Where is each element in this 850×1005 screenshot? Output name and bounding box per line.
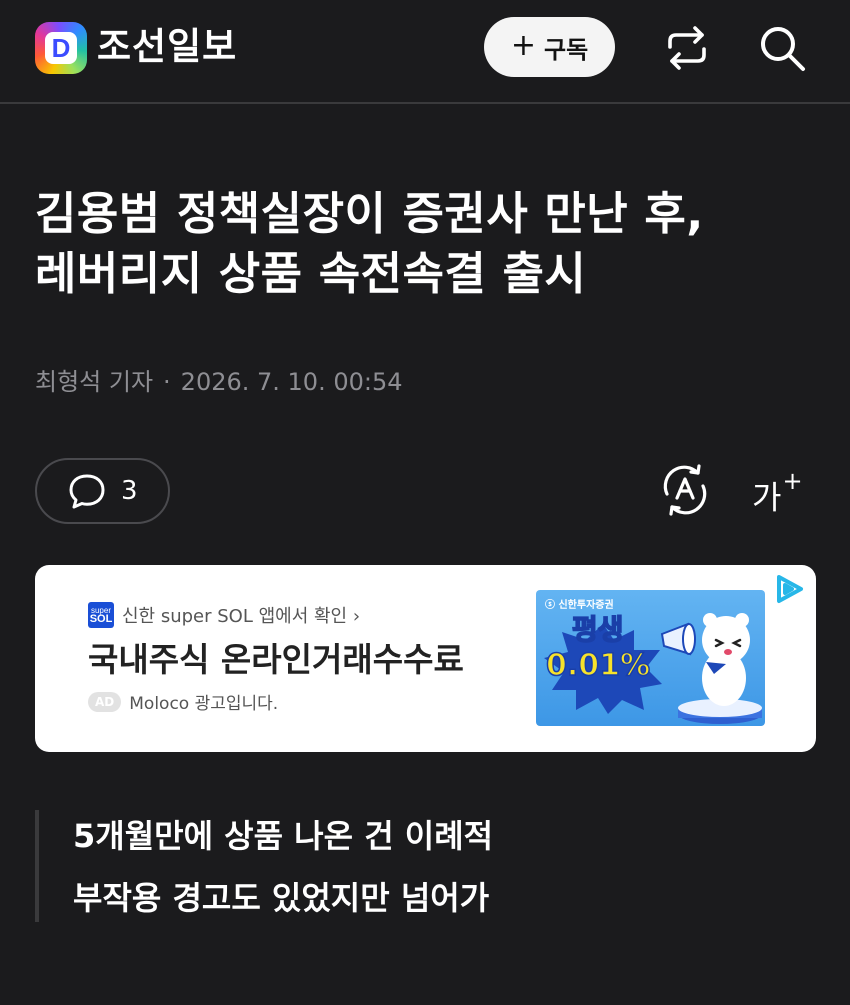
auto-translate-button[interactable] [660,464,710,520]
ad-image[interactable]: ⓢ 신한투자증권 평생 0.01% [536,590,765,726]
byline: 최형석 기자 · 2026. 7. 10. 00:54 [35,364,403,400]
bear-mascot-megaphone-icon [660,613,762,724]
share-icon [668,26,706,70]
search-button[interactable] [755,21,809,75]
plus-icon: + [510,27,536,63]
search-icon [761,27,805,71]
ad-image-rate: 0.01% [545,647,651,684]
super-sol-logo: super SOL [88,602,114,628]
subhead-2: 부작용 경고도 있었지만 넘어가 [73,879,490,917]
font-size-label: 가 [752,478,782,517]
article-headline: 김용범 정책실장이 증권사 만난 후, 레버리지 상품 속전속결 출시 [35,184,825,304]
ad-badge: AD [88,691,122,712]
ad-banner[interactable]: super SOL 신한 super SOL 앱에서 확인 › 국내주식 온라인… [35,565,816,752]
byline-separator: · [163,368,171,396]
comment-count: 3 [121,476,138,506]
logo-letter: D [45,32,77,64]
headline-line-1: 김용범 정책실장이 증권사 만난 후, [35,187,704,240]
author[interactable]: 최형석 기자 [35,368,153,396]
comment-icon [69,474,105,509]
font-size-plus-icon: + [782,467,803,495]
ad-meta: AD Moloco 광고입니다. [88,689,278,714]
ad-source-text: 신한 super SOL 앱에서 확인 › [122,606,361,627]
article-subheads: 5개월만에 상품 나온 건 이례적 부작용 경고도 있었지만 넘어가 [35,810,819,922]
ad-image-headline: 평생 [571,612,624,647]
publisher-name[interactable]: 조선일보 [97,22,237,72]
top-bar: D 조선일보 + 구독 [0,0,850,104]
adchoices-icon[interactable] [772,573,806,607]
auto-translate-icon [663,464,707,516]
subscribe-label: 구독 [543,35,589,64]
font-size-button[interactable]: 가+ [752,462,803,525]
subscribe-button[interactable]: + 구독 [484,17,615,77]
daum-logo-icon[interactable]: D [35,22,87,74]
publish-date: 2026. 7. 10. 00:54 [180,368,403,396]
sol-logo-bottom: SOL [89,613,113,625]
ad-source-link[interactable]: super SOL 신한 super SOL 앱에서 확인 › [88,602,360,628]
ad-title[interactable]: 국내주식 온라인거래수수료 [88,638,464,682]
subhead-1: 5개월만에 상품 나온 건 이례적 [73,817,494,855]
ad-advertiser: Moloco 광고입니다. [129,694,279,714]
comment-button[interactable]: 3 [35,458,170,524]
headline-line-2: 레버리지 상품 속전속결 출시 [35,247,587,300]
share-button[interactable] [660,21,714,75]
